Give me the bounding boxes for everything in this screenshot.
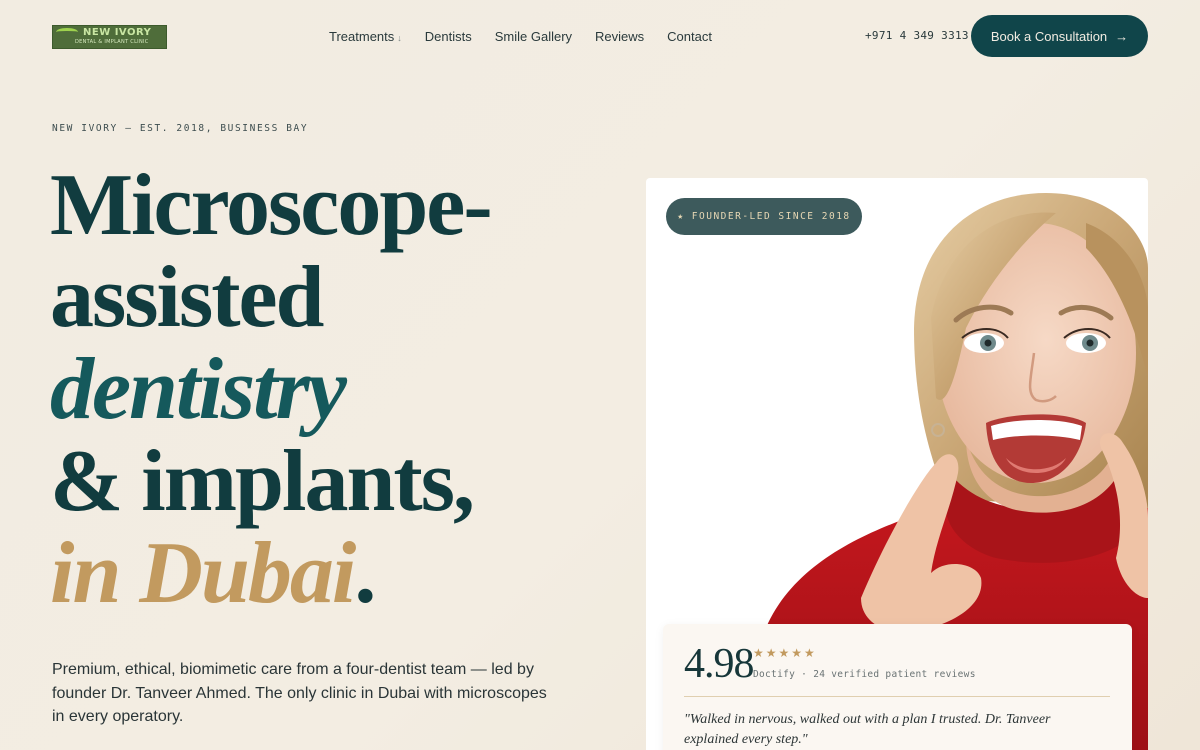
hero-headline: Microscope- assisted dentistry & implant…	[50, 160, 570, 620]
nav-item-treatments[interactable]: Treatments ↓	[329, 29, 402, 44]
patient-quote: "Walked in nervous, walked out with a pl…	[684, 712, 1051, 747]
divider	[684, 696, 1110, 697]
nav-item-smile-gallery[interactable]: Smile Gallery	[495, 29, 572, 44]
main-nav: Treatments ↓ Dentists Smile Gallery Revie…	[329, 29, 735, 44]
rating-card: 4.98 ★★★★★ Doctify · 24 verified patient…	[663, 624, 1132, 750]
headline-line-2: assisted	[50, 249, 325, 346]
chevron-down-icon: ↓	[397, 33, 402, 43]
headline-line-1: Microscope-	[50, 157, 493, 254]
nav-item-label: Treatments	[329, 29, 395, 44]
star-rating-icon: ★★★★★	[753, 646, 817, 660]
book-consultation-button[interactable]: Book a Consultation →	[971, 15, 1148, 57]
clinic-logo[interactable]: NEW IVORY DENTAL & IMPLANT CLINIC	[52, 25, 167, 49]
rating-score: 4.98	[684, 641, 754, 687]
nav-item-dentists[interactable]: Dentists	[425, 29, 472, 44]
founder-led-badge: ★ FOUNDER-LED SINCE 2018	[666, 198, 862, 235]
headline-city: in Dubai	[50, 525, 356, 622]
nav-item-reviews[interactable]: Reviews	[595, 29, 644, 44]
arrow-right-icon: →	[1115, 28, 1129, 44]
cta-label: Book a Consultation	[990, 28, 1108, 44]
logo-swoosh-icon	[56, 28, 78, 36]
hero-lead-paragraph: Premium, ethical, biomimetic care from a…	[52, 661, 547, 725]
headline-line-3: dentistry	[50, 341, 347, 438]
phone-number-link[interactable]: +971 4 349 3313	[865, 29, 969, 42]
headline-period: .	[354, 525, 376, 622]
logo-tagline: DENTAL & IMPLANT CLINIC	[75, 39, 149, 45]
nav-item-contact[interactable]: Contact	[667, 29, 712, 44]
headline-line-5: in Dubai.	[50, 528, 570, 620]
rating-source: Doctify · 24 verified patient reviews	[753, 669, 976, 680]
headline-line-4: & implants,	[50, 433, 475, 530]
hero-eyebrow: NEW IVORY — EST. 2018, BUSINESS BAY	[52, 123, 309, 134]
logo-name: NEW IVORY	[83, 27, 152, 38]
